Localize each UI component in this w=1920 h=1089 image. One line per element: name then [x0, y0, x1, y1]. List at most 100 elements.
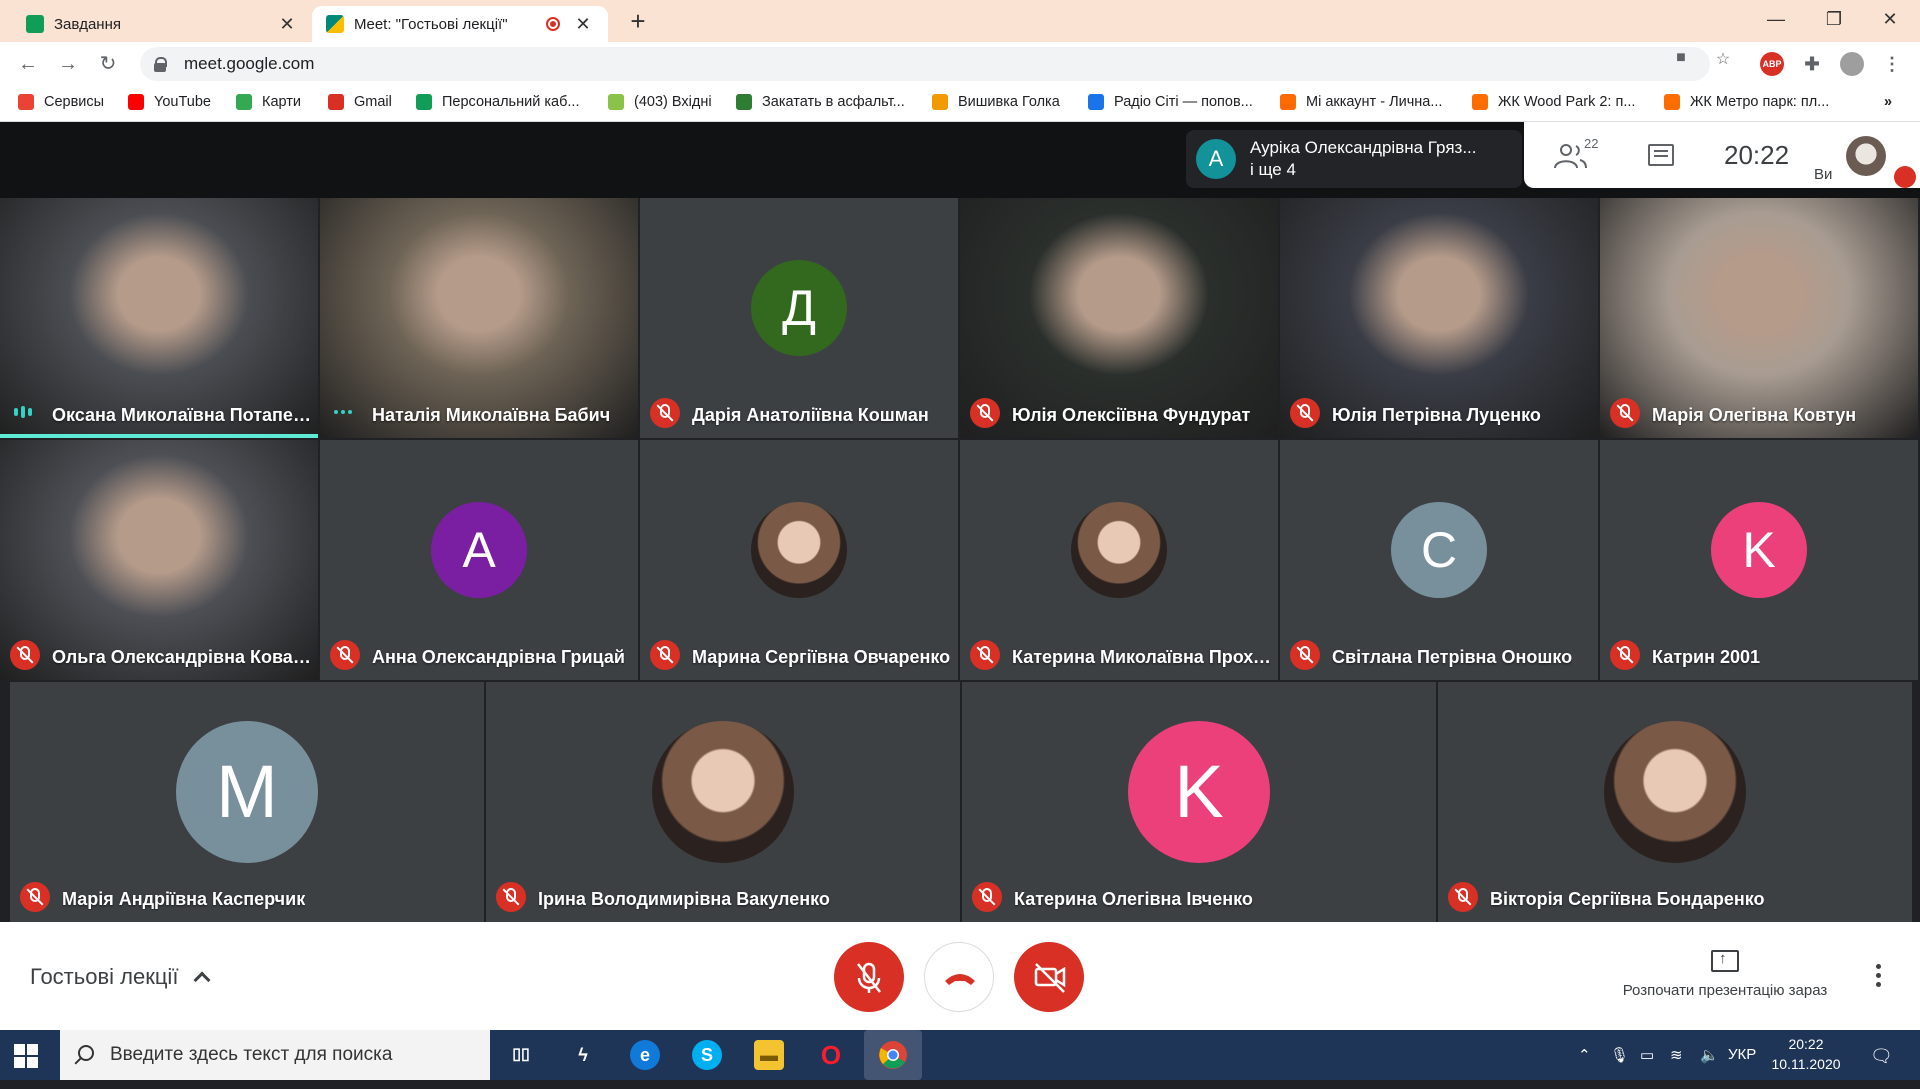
bookmark-item[interactable]: Мі аккаунт - Лична... [1280, 94, 1442, 110]
chat-icon[interactable] [1648, 144, 1674, 166]
classroom-icon [26, 15, 44, 33]
avatar: A [1196, 139, 1236, 179]
clock-time: 20:22 [1788, 1036, 1824, 1052]
avatar [652, 721, 794, 863]
camera-toggle-button[interactable] [1014, 942, 1084, 1012]
edge-icon[interactable]: e [630, 1040, 660, 1070]
participant-name: Катерина Миколаївна Прохоренко [1012, 647, 1272, 667]
participant-tile[interactable]: Марина Сергіївна Овчаренко [640, 440, 958, 680]
address-bar: ← → ↻ meet.google.com ■ ☆ ABP ✚ ⋮ [0, 42, 1920, 86]
participant-tile[interactable]: Юлія Петрівна Луценко [1280, 198, 1598, 438]
tab-zavdannia[interactable]: Завдання ✕ [12, 6, 312, 42]
participant-tile[interactable]: Ольга Олександрівна Ковальчук [0, 440, 318, 680]
restore-button[interactable]: ❐ [1806, 0, 1862, 40]
more-options-icon[interactable] [1876, 964, 1882, 991]
bookmark-item[interactable]: Вишивка Голка [932, 94, 1060, 110]
bookmark-item[interactable]: Gmail [328, 94, 392, 110]
volume-icon[interactable]: 🔈 [1700, 1046, 1719, 1064]
adblock-icon[interactable]: ABP [1760, 52, 1784, 76]
search-placeholder: Введите здесь текст для поиска [110, 1044, 393, 1065]
muted-mic-icon [1290, 640, 1320, 670]
file-explorer-icon[interactable]: ▬ [754, 1040, 784, 1070]
participant-tile[interactable]: Оксана Миколаївна Потапенко [0, 198, 318, 438]
star-icon[interactable]: ☆ [1712, 49, 1734, 71]
notifications-icon[interactable]: 🗨 [1870, 1046, 1893, 1067]
app-s-icon[interactable]: ϟ [568, 1040, 598, 1070]
bookmark-item[interactable]: ЖК Wood Park 2: п... [1472, 94, 1635, 110]
participant-name: Марія Андріївна Касперчик [62, 889, 306, 909]
presenter-chip[interactable]: A Ауріка Олександрівна Гряз... і ще 4 [1186, 130, 1522, 188]
chrome-menu-icon[interactable]: ⋮ [1880, 52, 1904, 76]
chrome-taskbar-icon[interactable] [864, 1030, 922, 1080]
chevron-up-icon [193, 971, 211, 989]
participant-tile[interactable]: Вікторія Сергіївна Бондаренко [1438, 682, 1912, 922]
reload-icon[interactable]: ↻ [94, 50, 122, 78]
meeting-details-button[interactable]: Гостьові лекції [30, 964, 211, 990]
bookmark-label: Сервисы [44, 94, 105, 110]
participant-tile[interactable]: Д Дарія Анатоліївна Кошман [640, 198, 958, 438]
participant-name: Оксана Миколаївна Потапенко [52, 405, 312, 425]
forward-icon[interactable]: → [54, 50, 82, 78]
participant-name: Марина Сергіївна Овчаренко [692, 647, 951, 667]
close-tab-icon[interactable]: ✕ [572, 14, 594, 35]
profile-avatar[interactable] [1840, 52, 1864, 76]
tab-meet[interactable]: Meet: "Гостьові лекції" ✕ [312, 6, 608, 42]
participant-tile[interactable]: C Світлана Петрівна Оношко [1280, 440, 1598, 680]
taskbar-search-input[interactable]: Введите здесь текст для поиска [60, 1030, 490, 1080]
participant-tile[interactable]: M Марія Андріївна Касперчик [10, 682, 484, 922]
language-indicator[interactable]: УКР [1728, 1046, 1756, 1063]
participant-tile[interactable]: K Катерина Олегівна Івченко [962, 682, 1436, 922]
participant-tile[interactable]: Катерина Миколаївна Прохоренко [960, 440, 1278, 680]
bookmark-item[interactable]: (403) Вхідні [608, 94, 712, 110]
bookmark-item[interactable]: Персональний каб... [416, 94, 579, 110]
battery-icon[interactable]: ▭ [1640, 1046, 1654, 1064]
audio-dots-icon [334, 406, 358, 418]
wifi-icon[interactable]: ≋ [1670, 1046, 1683, 1064]
avatar [1071, 502, 1167, 598]
task-view-icon[interactable]: ▯▯ [506, 1040, 536, 1070]
minimize-button[interactable]: — [1748, 0, 1804, 40]
leave-call-button[interactable] [924, 942, 994, 1012]
camera-icon[interactable]: ■ [1670, 49, 1692, 71]
participant-name: Світлана Петрівна Оношко [1332, 647, 1573, 667]
extensions-icon[interactable]: ✚ [1800, 52, 1824, 76]
bookmark-item[interactable]: Карти [236, 94, 301, 110]
participant-tile[interactable]: Ірина Володимирівна Вакуленко [486, 682, 960, 922]
present-screen-icon [1711, 950, 1739, 972]
participant-name: Наталія Миколаївна Бабич [372, 405, 611, 425]
url-input[interactable]: meet.google.com [140, 47, 1710, 81]
participant-tile[interactable]: Наталія Миколаївна Бабич [320, 198, 638, 438]
taskbar-clock[interactable]: 20:22 10.11.2020 [1766, 1034, 1846, 1074]
participant-tile[interactable]: A Анна Олександрівна Грицай [320, 440, 638, 680]
opera-icon[interactable]: O [816, 1040, 846, 1070]
apps-icon [18, 94, 34, 110]
skype-icon[interactable]: S [692, 1040, 722, 1070]
tray-chevron-icon[interactable]: ⌃ [1578, 1046, 1591, 1064]
new-tab-button[interactable]: + [622, 6, 654, 38]
muted-mic-icon [1610, 398, 1640, 428]
self-avatar[interactable] [1846, 136, 1886, 176]
mic-off-icon [857, 962, 881, 993]
mail-icon [608, 94, 624, 110]
bookmark-item[interactable]: ЖК Метро парк: пл... [1664, 94, 1829, 110]
participant-tile[interactable]: K Катрин 2001 [1600, 440, 1918, 680]
meet-tools: 22 20:22 Ви [1524, 122, 1920, 188]
mic-toggle-button[interactable] [834, 942, 904, 1012]
bookmark-item[interactable]: YouTube [128, 94, 211, 110]
avatar: M [176, 721, 318, 863]
speaking-indicator-icon [14, 406, 38, 418]
bookmark-item[interactable]: Сервисы [18, 94, 104, 110]
present-now-button[interactable]: Розпочати презентацію зараз [1600, 950, 1850, 999]
avatar: K [1128, 721, 1270, 863]
bookmark-label: Персональний каб... [442, 94, 580, 110]
bookmark-item[interactable]: Закатать в асфальт... [736, 94, 905, 110]
windows-start-icon[interactable] [14, 1044, 38, 1068]
close-tab-icon[interactable]: ✕ [276, 14, 298, 35]
participant-tile[interactable]: Юлія Олексіївна Фундурат [960, 198, 1278, 438]
close-window-button[interactable]: ✕ [1862, 0, 1918, 40]
bookmark-item[interactable]: Радіо Сіті — попов... [1088, 94, 1253, 110]
back-icon[interactable]: ← [14, 50, 42, 78]
microphone-icon[interactable]: 🎙 [1610, 1046, 1629, 1064]
more-bookmarks-button[interactable]: » [1884, 94, 1892, 110]
participant-tile[interactable]: Марія Олегівна Ковтун [1600, 198, 1918, 438]
